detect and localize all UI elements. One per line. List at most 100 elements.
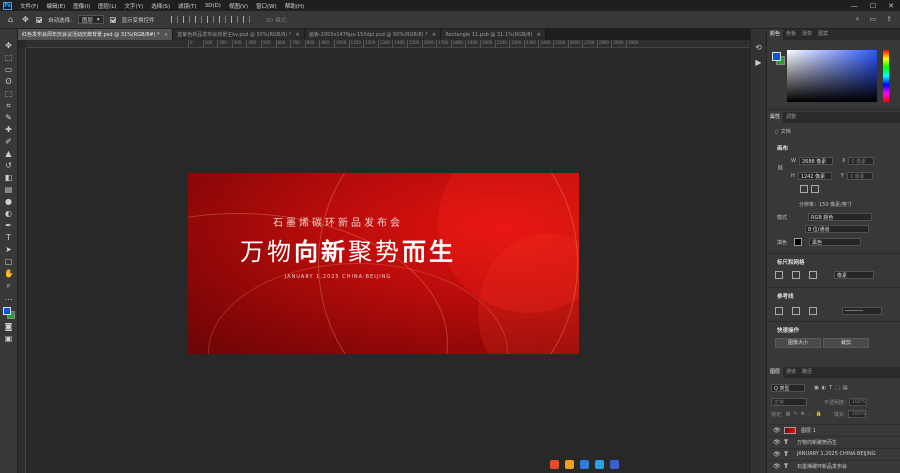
guide-lock-icon[interactable] [809,307,817,315]
rectangle-tool-icon[interactable]: □ [4,257,13,266]
tab-paths[interactable]: 路径 [799,367,815,378]
pixel-grid-icon[interactable] [809,271,817,279]
more-tools-icon[interactable]: … [4,293,13,302]
close-icon[interactable]: × [295,32,300,38]
lock-icons[interactable]: ▦✎✥⬚🔒 [786,411,825,417]
gradient-tool-icon[interactable]: ▤ [4,185,13,194]
app-icon[interactable] [595,460,604,469]
close-icon[interactable]: × [536,32,541,38]
object-select-icon[interactable]: ⬚ [4,89,13,98]
color-picker-field[interactable] [787,50,877,102]
tab-patterns[interactable]: 图案 [815,29,831,40]
brush-tool-icon[interactable]: ✐ [4,137,13,146]
y-field[interactable]: 0 像素 [846,172,873,180]
ruler-icon[interactable] [775,271,783,279]
distribute-icon[interactable] [242,16,250,23]
align-left-icon[interactable] [170,16,178,23]
x-field[interactable]: 0 像素 [848,157,875,165]
image-size-button[interactable]: 图像大小 [775,338,821,348]
share-icon[interactable]: ⇪ [886,15,892,24]
landscape-icon[interactable] [811,185,819,193]
hue-slider[interactable] [883,50,889,102]
portrait-icon[interactable] [800,185,808,193]
grid-icon[interactable] [792,271,800,279]
menu-view[interactable]: 视图(V) [225,2,252,10]
guide-icon[interactable] [775,307,783,315]
dodge-tool-icon[interactable]: ◐ [4,209,13,218]
home-icon[interactable]: ⌂ [6,15,15,24]
eyedropper-icon[interactable]: ✎ [4,113,13,122]
lasso-tool-icon[interactable]: ʘ [4,77,13,86]
rulers-section-title[interactable]: 标尺和网格 [777,258,805,266]
move-tool-icon[interactable]: ✥ [4,41,13,50]
ruler-unit-dropdown[interactable]: 像素 [834,271,874,279]
tab-doc-3[interactable]: 画板-2953x1476px-150dpi.psd @ 50%(RGB/8) *… [304,29,442,40]
minimize-button[interactable]: — [851,2,858,10]
type-tool-icon[interactable]: T [4,233,13,242]
search-icon[interactable]: ⌕ [856,15,860,24]
menu-image[interactable]: 图像(I) [69,2,94,10]
history-brush-icon[interactable]: ↺ [4,161,13,170]
tab-adjustments[interactable]: 调整 [783,112,799,123]
menu-help[interactable]: 帮助(H) [281,2,308,10]
eye-icon[interactable]: 👁 [773,427,781,434]
tab-doc-4[interactable]: Rectangle 11.psb @ 31.1%(RGB/8) × [441,29,546,40]
quick-actions-title[interactable]: 快速操作 [777,326,799,334]
zoom-tool-icon[interactable]: ⌕ [4,281,13,290]
menu-3d[interactable]: 3D(D) [201,3,225,9]
layer-row[interactable]: 👁 T 万物向新聚势而生 [767,436,900,447]
foreground-color-swatch[interactable] [2,307,11,315]
menu-select[interactable]: 选择(S) [147,2,174,10]
artboard-canvas[interactable]: 石墨烯碳环新品发布会 万物向新聚势而生 JANUARY 1,2025 CHINA… [188,173,579,354]
eraser-icon[interactable]: ◧ [4,173,13,182]
align-bottom-icon[interactable] [230,16,238,23]
color-swatches[interactable] [2,307,15,319]
fill-dropdown[interactable]: 黑色 [809,238,862,246]
screen-mode-icon[interactable]: ▣ [4,334,13,343]
foreground-color-chip[interactable] [772,52,781,61]
align-center-icon[interactable] [182,16,190,23]
fill-swatch[interactable] [794,238,803,246]
move-tool-icon[interactable]: ✥ [21,15,30,24]
pen-tool-icon[interactable]: ✒ [4,221,13,230]
show-transform-checkbox[interactable] [109,16,116,23]
close-icon[interactable]: × [432,32,437,38]
guide-layout-icon[interactable] [792,307,800,315]
app-icon[interactable] [550,460,559,469]
path-select-icon[interactable]: ➤ [4,245,13,254]
tab-layers[interactable]: 图层 [767,367,784,378]
canvas-section-title[interactable]: 画布 [777,144,788,152]
vertical-ruler[interactable] [18,48,26,473]
auto-select-checkbox[interactable] [36,16,42,23]
eye-icon[interactable]: 👁 [773,439,781,446]
healing-brush-icon[interactable]: ✚ [4,125,13,134]
opacity-field[interactable]: 100% [848,398,867,406]
history-icon[interactable]: ⟲ [754,43,763,52]
align-top-icon[interactable] [206,16,214,23]
eye-icon[interactable]: 👁 [773,451,781,458]
app-icon[interactable] [610,460,619,469]
horizontal-ruler[interactable]: 0 100 200 300 400 500 600 700 800 900 1000 1100 1200… [26,40,750,48]
tab-channels[interactable]: 通道 [783,367,799,378]
artboard-subtitle[interactable]: 石墨烯碳环新品发布会 [188,214,488,229]
align-middle-icon[interactable] [218,16,226,23]
crop-tool-icon[interactable]: ⌗ [4,101,13,110]
maximize-button[interactable]: ☐ [870,2,876,10]
layer-row[interactable]: 👁 T JANUARY 1,2025 CHINA·BEIJING [767,448,900,459]
menu-filter[interactable]: 滤镜(T) [174,2,201,10]
hand-tool-icon[interactable]: ✋ [4,269,14,278]
menu-file[interactable]: 文件(F) [16,2,42,10]
canvas-area[interactable]: 0 100 200 300 400 500 600 700 800 900 1000 1100 1200… [18,40,750,473]
close-icon[interactable]: × [164,32,169,38]
auto-select-dropdown[interactable]: 图层 ▾ [77,15,104,24]
stamp-tool-icon[interactable]: ▲ [4,149,13,158]
layer-row[interactable]: 👁 T 石墨烯碳环新品发布会 [767,460,900,471]
workspace-icon[interactable]: ▭ [870,15,877,24]
tab-gradients[interactable]: 渐变 [799,29,815,40]
crop-button[interactable]: 裁剪 [823,338,869,348]
tab-properties[interactable]: 属性 [767,112,784,123]
tab-swatches[interactable]: 色板 [783,29,799,40]
artboard-date[interactable]: JANUARY 1,2025 CHINA·BEIJING [188,274,488,280]
height-field[interactable]: 1242 像素 [797,172,832,180]
actions-icon[interactable]: ▶ [754,58,763,67]
